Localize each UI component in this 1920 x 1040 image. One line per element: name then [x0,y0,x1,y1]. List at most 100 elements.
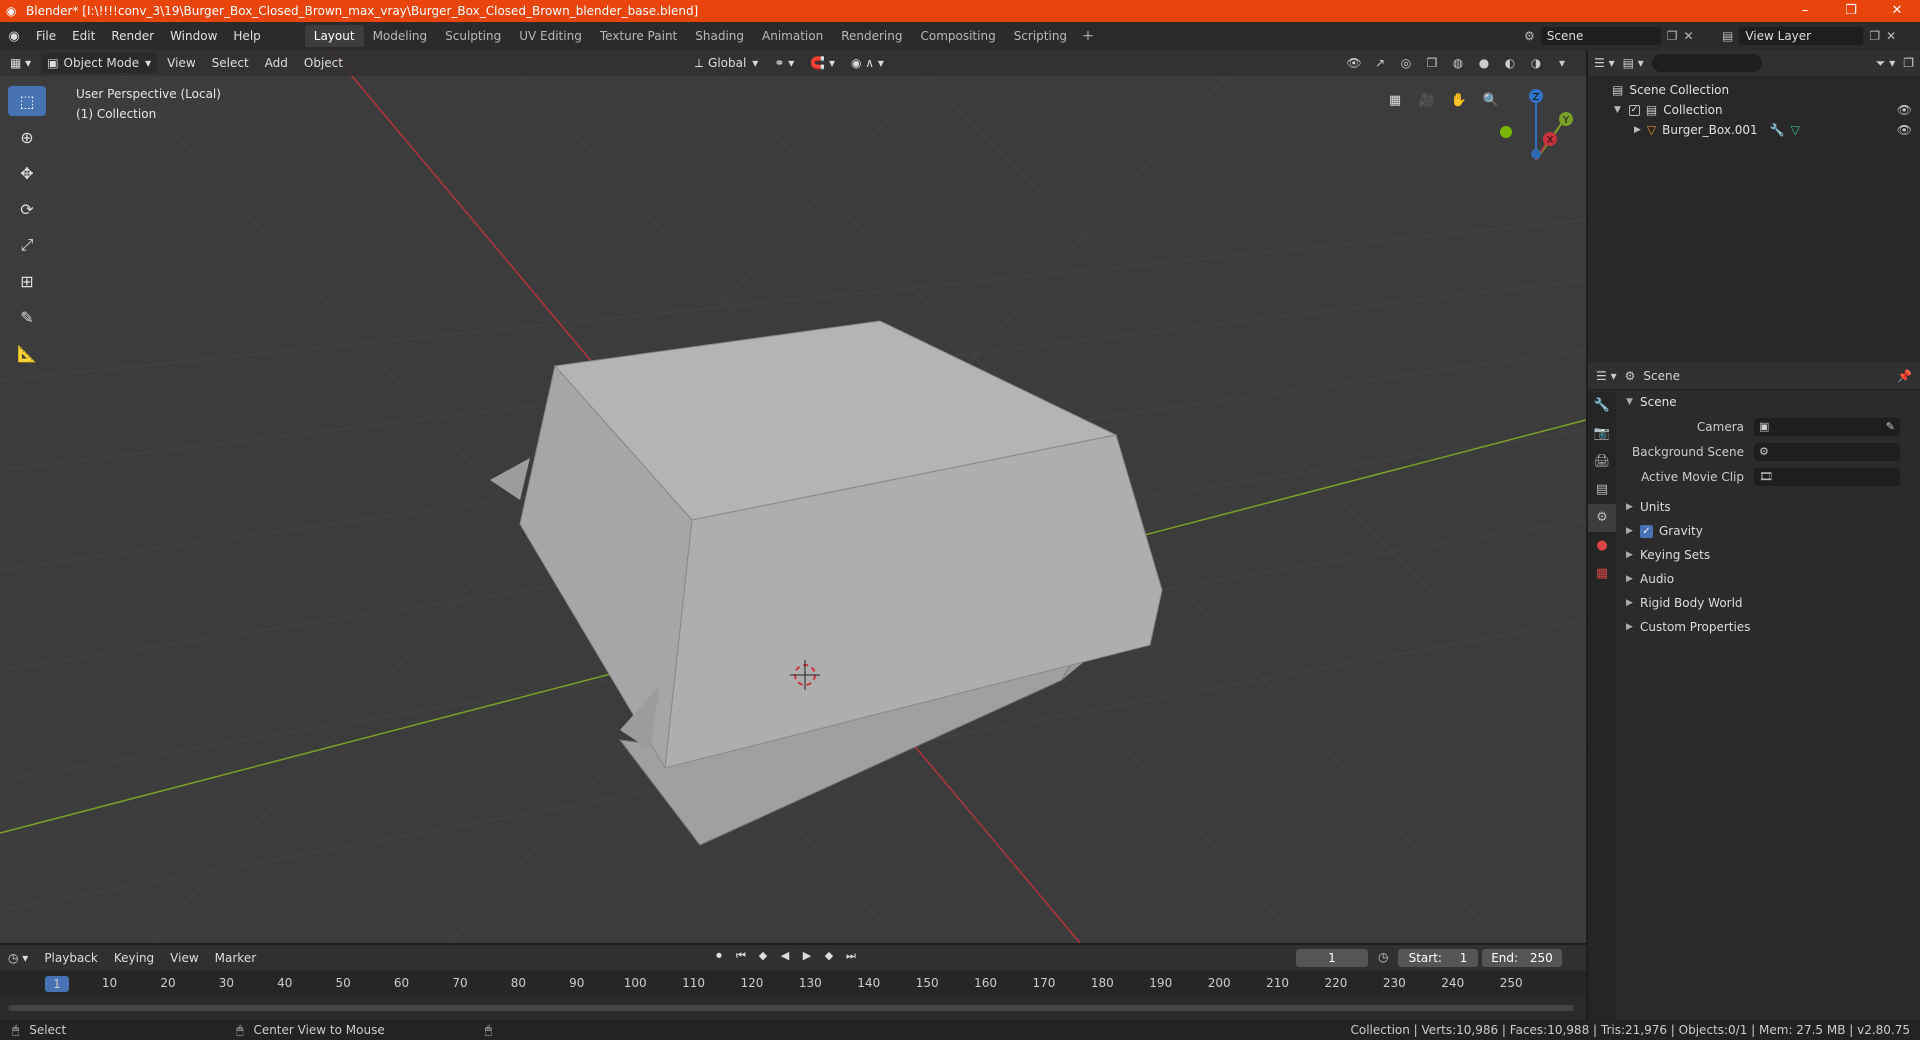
outliner-editor-type-icon[interactable]: ☰ ▾ [1594,56,1615,70]
outliner-search-input[interactable] [1651,54,1762,72]
tab-scripting[interactable]: Scripting [1005,25,1076,47]
viewport-menu-select[interactable]: Select [206,53,255,73]
menu-window[interactable]: Window [162,29,225,43]
measure-tool-icon[interactable]: 📐 [8,338,46,368]
timeline-menu-marker[interactable]: Marker [207,951,264,965]
record-icon[interactable]: ⏺ [710,949,728,963]
playhead-frame-indicator[interactable]: 1 [45,976,69,992]
viewport-menu-view[interactable]: View [161,53,201,73]
annotate-tool-icon[interactable]: ✎ [8,302,46,332]
solid-shading-icon[interactable]: ● [1474,53,1494,73]
close-button[interactable]: ✕ [1874,0,1920,22]
keying-sets-subpanel[interactable]: ▶ Keying Sets [1618,543,1920,567]
menu-help[interactable]: Help [225,29,268,43]
object-mode-dropdown[interactable]: ▣ Object Mode ▾ [41,53,158,73]
jump-end-icon[interactable]: ⏭ [842,949,860,963]
collection-checkbox[interactable]: ✓ [1628,104,1640,116]
filter-icon[interactable]: ⏷ ▾ [1876,56,1895,71]
properties-editor-type-icon[interactable]: ☰ ▾ [1596,369,1617,383]
gravity-subpanel[interactable]: ▶ ✓ Gravity [1618,519,1920,543]
scene-name-field[interactable]: Scene [1540,27,1661,45]
burger-box-object[interactable] [490,320,1163,846]
pan-hand-icon[interactable]: ✋ [1446,88,1472,114]
timeline-menu-view[interactable]: View [162,951,206,965]
timeline-editor-type-icon[interactable]: ◷ ▾ [0,951,36,965]
menu-file[interactable]: File [28,29,64,43]
tab-sculpting[interactable]: Sculpting [436,25,510,47]
cursor-tool-icon[interactable]: ⊕ [8,122,46,152]
rigid-body-world-subpanel[interactable]: ▶ Rigid Body World [1618,591,1920,615]
zoom-icon[interactable]: 🔍 [1478,88,1504,114]
minimize-button[interactable]: – [1782,0,1828,22]
3d-viewport[interactable]: Z Y X ▦ ▾ ▣ Object Mode ▾ View Select Ad… [0,50,1586,943]
eyedropper-icon[interactable]: ✎ [1886,420,1895,433]
outliner-row-collection[interactable]: ▼ ✓ ▤ Collection 👁 [1588,100,1920,120]
play-reverse-icon[interactable]: ◀ [776,949,794,963]
expand-arrow-icon[interactable]: ▶ [1634,125,1641,135]
gizmo-toggle-icon[interactable]: ↗ [1370,53,1390,73]
add-workspace-button[interactable]: + [1076,28,1100,44]
camera-view-icon[interactable]: 🎥 [1414,88,1440,114]
tab-layout[interactable]: Layout [304,25,364,47]
new-collection-icon[interactable]: ❐ [1903,56,1914,70]
shading-options-icon[interactable]: ▾ [1552,53,1572,73]
active-movie-clip-field[interactable]: 🎞 [1754,467,1900,486]
modifier-wrench-icon[interactable]: 🔧 [1770,123,1785,137]
menu-render[interactable]: Render [103,29,162,43]
view-layer-copy-icon[interactable]: ❐ [1869,29,1880,43]
audio-subpanel[interactable]: ▶ Audio [1618,567,1920,591]
maximize-button[interactable]: ❐ [1828,0,1874,22]
custom-properties-subpanel[interactable]: ▶ Custom Properties [1618,615,1920,639]
eye-icon[interactable]: 👁 [1897,123,1912,137]
toggle-ortho-icon[interactable]: ▦ [1382,88,1408,114]
tab-rendering[interactable]: Rendering [832,25,911,47]
menu-edit[interactable]: Edit [64,29,103,43]
rotate-tool-icon[interactable]: ⟳ [8,194,46,224]
tab-compositing[interactable]: Compositing [911,25,1004,47]
snap-toggle-button[interactable]: 🧲 ▾ [804,53,841,73]
outliner-row-scene-collection[interactable]: ▤ Scene Collection [1588,80,1920,100]
units-subpanel[interactable]: ▶ Units [1618,495,1920,519]
background-scene-field[interactable]: ⚙ [1754,442,1900,461]
view-layer-remove-icon[interactable]: ✕ [1886,29,1896,43]
select-box-tool-icon[interactable]: ⬚ [8,86,46,116]
output-tab-icon[interactable]: 🖨 [1588,448,1616,476]
pin-icon[interactable]: 📌 [1897,369,1912,383]
next-keyframe-icon[interactable]: ◆ [820,949,838,963]
expand-arrow-icon[interactable]: ▼ [1614,105,1621,115]
tab-animation[interactable]: Animation [753,25,832,47]
display-mode-icon[interactable]: ▤ ▾ [1623,56,1644,70]
scene-remove-icon[interactable]: ✕ [1684,29,1694,43]
outliner-row-object[interactable]: ▶ ▽ Burger_Box.001 🔧 ▽ 👁 [1588,120,1920,140]
tab-modeling[interactable]: Modeling [364,25,437,47]
visibility-icon[interactable]: 👁 [1344,53,1364,73]
view-layer-name-field[interactable]: View Layer [1739,27,1864,45]
tab-shading[interactable]: Shading [686,25,753,47]
render-tab-icon[interactable]: 📷 [1588,420,1616,448]
tool-tab-icon[interactable]: 🔧 [1588,392,1616,420]
world-tab-icon[interactable]: ● [1588,532,1616,560]
scene-panel-header[interactable]: ▼ Scene [1618,390,1920,414]
start-frame-field[interactable]: Start: 1 [1398,949,1478,967]
move-tool-icon[interactable]: ✥ [8,158,46,188]
editor-type-button[interactable]: ▦ ▾ [4,53,37,73]
frame-ruler[interactable]: 1 10 20 30 40 50 60 70 80 90 100 110 120 130 140 150 16… [0,971,1586,995]
eye-icon[interactable]: 👁 [1897,103,1912,117]
rendered-shading-icon[interactable]: ◑ [1526,53,1546,73]
current-frame-field[interactable]: 1 [1296,949,1368,967]
timeline-menu-keying[interactable]: Keying [106,951,162,965]
tab-uv-editing[interactable]: UV Editing [510,25,591,47]
texture-tab-icon[interactable]: ▦ [1588,560,1616,588]
play-icon[interactable]: ▶ [798,949,816,963]
navigation-gizmo[interactable]: Z Y X [1500,89,1573,161]
transform-orientation-dropdown[interactable]: ⟂ Global ▾ [689,53,764,73]
xray-toggle-icon[interactable]: ❒ [1422,53,1442,73]
view-layer-selector[interactable]: ▤ View Layer ❐ ✕ [1722,26,1916,46]
mesh-data-icon[interactable]: ▽ [1791,123,1800,137]
camera-field[interactable]: ▣ ✎ [1754,417,1900,436]
scene-copy-icon[interactable]: ❐ [1667,29,1678,43]
pivot-point-button[interactable]: ⚭ ▾ [768,53,800,73]
scene-selector[interactable]: ⚙ Scene ❐ ✕ [1524,26,1714,46]
scale-tool-icon[interactable]: ⤢ [8,230,46,260]
viewport-menu-add[interactable]: Add [259,53,294,73]
